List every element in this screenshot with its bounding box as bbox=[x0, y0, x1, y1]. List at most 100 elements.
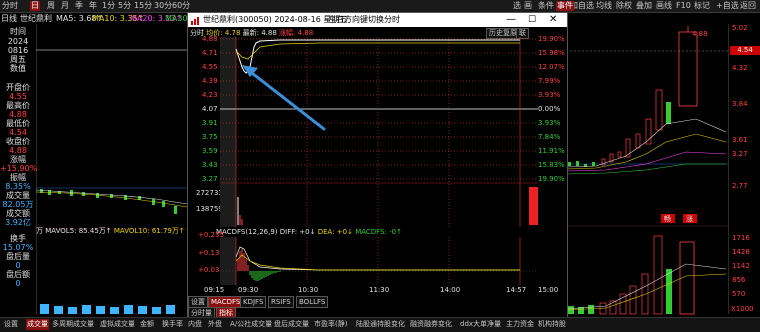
stock-name: 世纪鼎利 bbox=[20, 14, 52, 23]
tab-year[interactable]: 年 bbox=[89, 1, 97, 11]
right-vol-unit: X1000 bbox=[731, 305, 754, 313]
high-label: 最高价 bbox=[6, 101, 30, 110]
low-label: 最低价 bbox=[6, 119, 30, 128]
macd-chart bbox=[220, 237, 538, 285]
bottom-tab-outer[interactable]: 外盘 bbox=[208, 319, 222, 330]
bottom-tab-amount[interactable]: 金额 bbox=[140, 319, 154, 330]
bottom-tab-virtual-volume[interactable]: 虚拟成交量 bbox=[100, 319, 135, 330]
tab-1min[interactable]: 1分 bbox=[102, 1, 115, 11]
tab-60min[interactable]: 60分 bbox=[172, 1, 190, 11]
time-label-0: 09:15 bbox=[204, 286, 225, 294]
draw-button[interactable]: 画线 bbox=[656, 1, 672, 11]
value-label: 数值 bbox=[10, 64, 26, 73]
time-label-1: 09:30 bbox=[238, 286, 259, 294]
after-amount-label: 盘后额 bbox=[6, 270, 30, 279]
period-label: 日线 bbox=[1, 14, 17, 23]
open-value: 4.55 bbox=[9, 92, 27, 101]
bottom-tab-turnover[interactable]: 换手率 bbox=[162, 319, 183, 330]
vol-unit: 万 bbox=[36, 227, 43, 235]
date-value: 0816 bbox=[7, 46, 29, 55]
tab-30min[interactable]: 30分 bbox=[154, 1, 172, 11]
intraday-popup[interactable]: 世纪鼎利(300050) 2024-08-16 星期五 左右方向键切换分时 — … bbox=[187, 12, 568, 319]
right-price-axis: 5.02 4.54 4.32 3.84 3.61 3.27 2.77 1716 … bbox=[728, 24, 760, 314]
current-price-box: 4.54 bbox=[730, 46, 760, 55]
left-volume-bars bbox=[40, 304, 175, 314]
bottom-tab-pe[interactable]: 市盈率(静) bbox=[314, 319, 347, 330]
left-vol-indicator: 万 MAVOL5: 85.45万↑ MAVOL10: 61.79万↑ bbox=[36, 226, 185, 236]
left-info-panel: 时间 2024 0816 周五 数值 开盘价 4.55 最高价 4.88 最低价… bbox=[0, 24, 37, 314]
bottom-tab-inner[interactable]: 内盘 bbox=[188, 319, 202, 330]
right-vol-2: 1142 bbox=[732, 262, 750, 270]
bottom-tab-settings[interactable]: 设置 bbox=[4, 319, 18, 330]
macd-green-bars bbox=[249, 271, 281, 281]
plus-watch-button[interactable]: +自选 bbox=[716, 1, 739, 11]
time-label-2: 10:30 bbox=[298, 286, 319, 294]
ma-button[interactable]: 均线 bbox=[596, 1, 612, 11]
amplitude-value: 8.35% bbox=[5, 182, 31, 191]
right-price-4: 3.61 bbox=[732, 136, 748, 144]
bottom-tab-a-volume[interactable]: A/公社成交量 bbox=[230, 319, 272, 330]
tool-xuan[interactable]: 选 bbox=[513, 1, 521, 11]
tab-day[interactable]: 日 bbox=[30, 1, 40, 11]
tab-15min[interactable]: 15分 bbox=[134, 1, 152, 11]
exright-button[interactable]: 除权 bbox=[616, 1, 632, 11]
overlay-button[interactable]: 叠加 bbox=[636, 1, 652, 11]
bottom-tab-multi-volume[interactable]: 多周期成交量 bbox=[52, 319, 94, 330]
macd-title: MACDFS(12,26,9) bbox=[216, 228, 278, 236]
bottom-indicator-tabs: 设置 成交量 多周期成交量 虚拟成交量 金额 换手率 内盘 外盘 A/公社成交量… bbox=[0, 317, 760, 332]
right-vol-4: 570 bbox=[732, 290, 746, 298]
mark-button[interactable]: 标记 bbox=[694, 1, 710, 11]
change-value: +15.90% bbox=[0, 164, 38, 173]
close-value: 4.88 bbox=[9, 146, 27, 155]
volume-value: 82.05万 bbox=[2, 200, 34, 209]
amount-value: 3.92亿 bbox=[5, 218, 31, 227]
popup-tab-rsifs[interactable]: RSIFS bbox=[268, 296, 294, 308]
time-label-3: 11:30 bbox=[369, 286, 390, 294]
right-volume-bars bbox=[568, 235, 695, 315]
mavol5-value: MAVOL5: 85.45万↑ bbox=[45, 227, 112, 235]
tool-event[interactable]: 事件 bbox=[556, 1, 574, 11]
tab-season[interactable]: 季 bbox=[75, 1, 83, 11]
tab-month[interactable]: 月 bbox=[61, 1, 69, 11]
right-kline-chart bbox=[565, 26, 728, 315]
turnover-label: 换手 bbox=[10, 234, 26, 243]
turnover-value: 15.07% bbox=[2, 243, 34, 252]
time-label-4: 14:00 bbox=[440, 286, 461, 294]
bottom-tab-hk-connect[interactable]: 陆股通持股变化 bbox=[356, 319, 405, 330]
bottom-tab-volume[interactable]: 成交量 bbox=[26, 319, 49, 330]
right-vol-3: 856 bbox=[732, 276, 746, 284]
right-vol-0: 1716 bbox=[732, 234, 750, 242]
volume-label: 成交量 bbox=[6, 191, 30, 200]
popup-tab-kdjfs[interactable]: KDJFS bbox=[240, 296, 267, 308]
year-value: 2024 bbox=[7, 37, 29, 46]
tab-week[interactable]: 周 bbox=[47, 1, 55, 11]
bottom-tab-ddx[interactable]: ddx大单净量 bbox=[460, 319, 501, 330]
time-label: 时间 bbox=[10, 27, 26, 36]
after-volume-value: 0 bbox=[15, 261, 21, 270]
right-vol-1: 1428 bbox=[732, 248, 750, 256]
tab-fenshi[interactable]: 分时 bbox=[2, 1, 18, 11]
f10-button[interactable]: F10 bbox=[676, 1, 691, 11]
left-kline-chart bbox=[35, 49, 188, 314]
macd-diff: DIFF: +0↓ bbox=[279, 228, 316, 236]
bottom-tab-margin[interactable]: 融资融券变化 bbox=[410, 319, 452, 330]
bottom-tab-after-volume[interactable]: 盘后成交量 bbox=[274, 319, 309, 330]
tool-hua[interactable]: 画 bbox=[524, 1, 532, 11]
macd-red-bars bbox=[237, 249, 249, 271]
badge-zhang: 涨 bbox=[686, 215, 693, 223]
right-candles bbox=[568, 26, 698, 167]
macd-macd: MACDFS: -0↑ bbox=[355, 228, 402, 236]
tool-condition[interactable]: 条件 bbox=[538, 1, 554, 11]
bottom-tab-main-fund[interactable]: 主力资金 bbox=[506, 319, 534, 330]
back-button[interactable]: 返回 bbox=[740, 1, 756, 11]
tab-5min[interactable]: 5分 bbox=[118, 1, 131, 11]
macd-header: MACDFS(12,26,9) DIFF: +0↓ DEA: +0↓ MACDF… bbox=[216, 228, 556, 237]
right-price-6: 2.77 bbox=[732, 182, 748, 190]
time-label-6: 15:00 bbox=[538, 286, 559, 294]
open-label: 开盘价 bbox=[6, 83, 30, 92]
right-price-3: 3.84 bbox=[732, 100, 748, 108]
popup-tab-bollfs[interactable]: BOLLFS bbox=[296, 296, 329, 308]
bottom-tab-institution[interactable]: 机构持股 bbox=[538, 319, 566, 330]
right-price-0: 5.02 bbox=[732, 24, 748, 32]
low-value: 4.54 bbox=[9, 128, 27, 137]
